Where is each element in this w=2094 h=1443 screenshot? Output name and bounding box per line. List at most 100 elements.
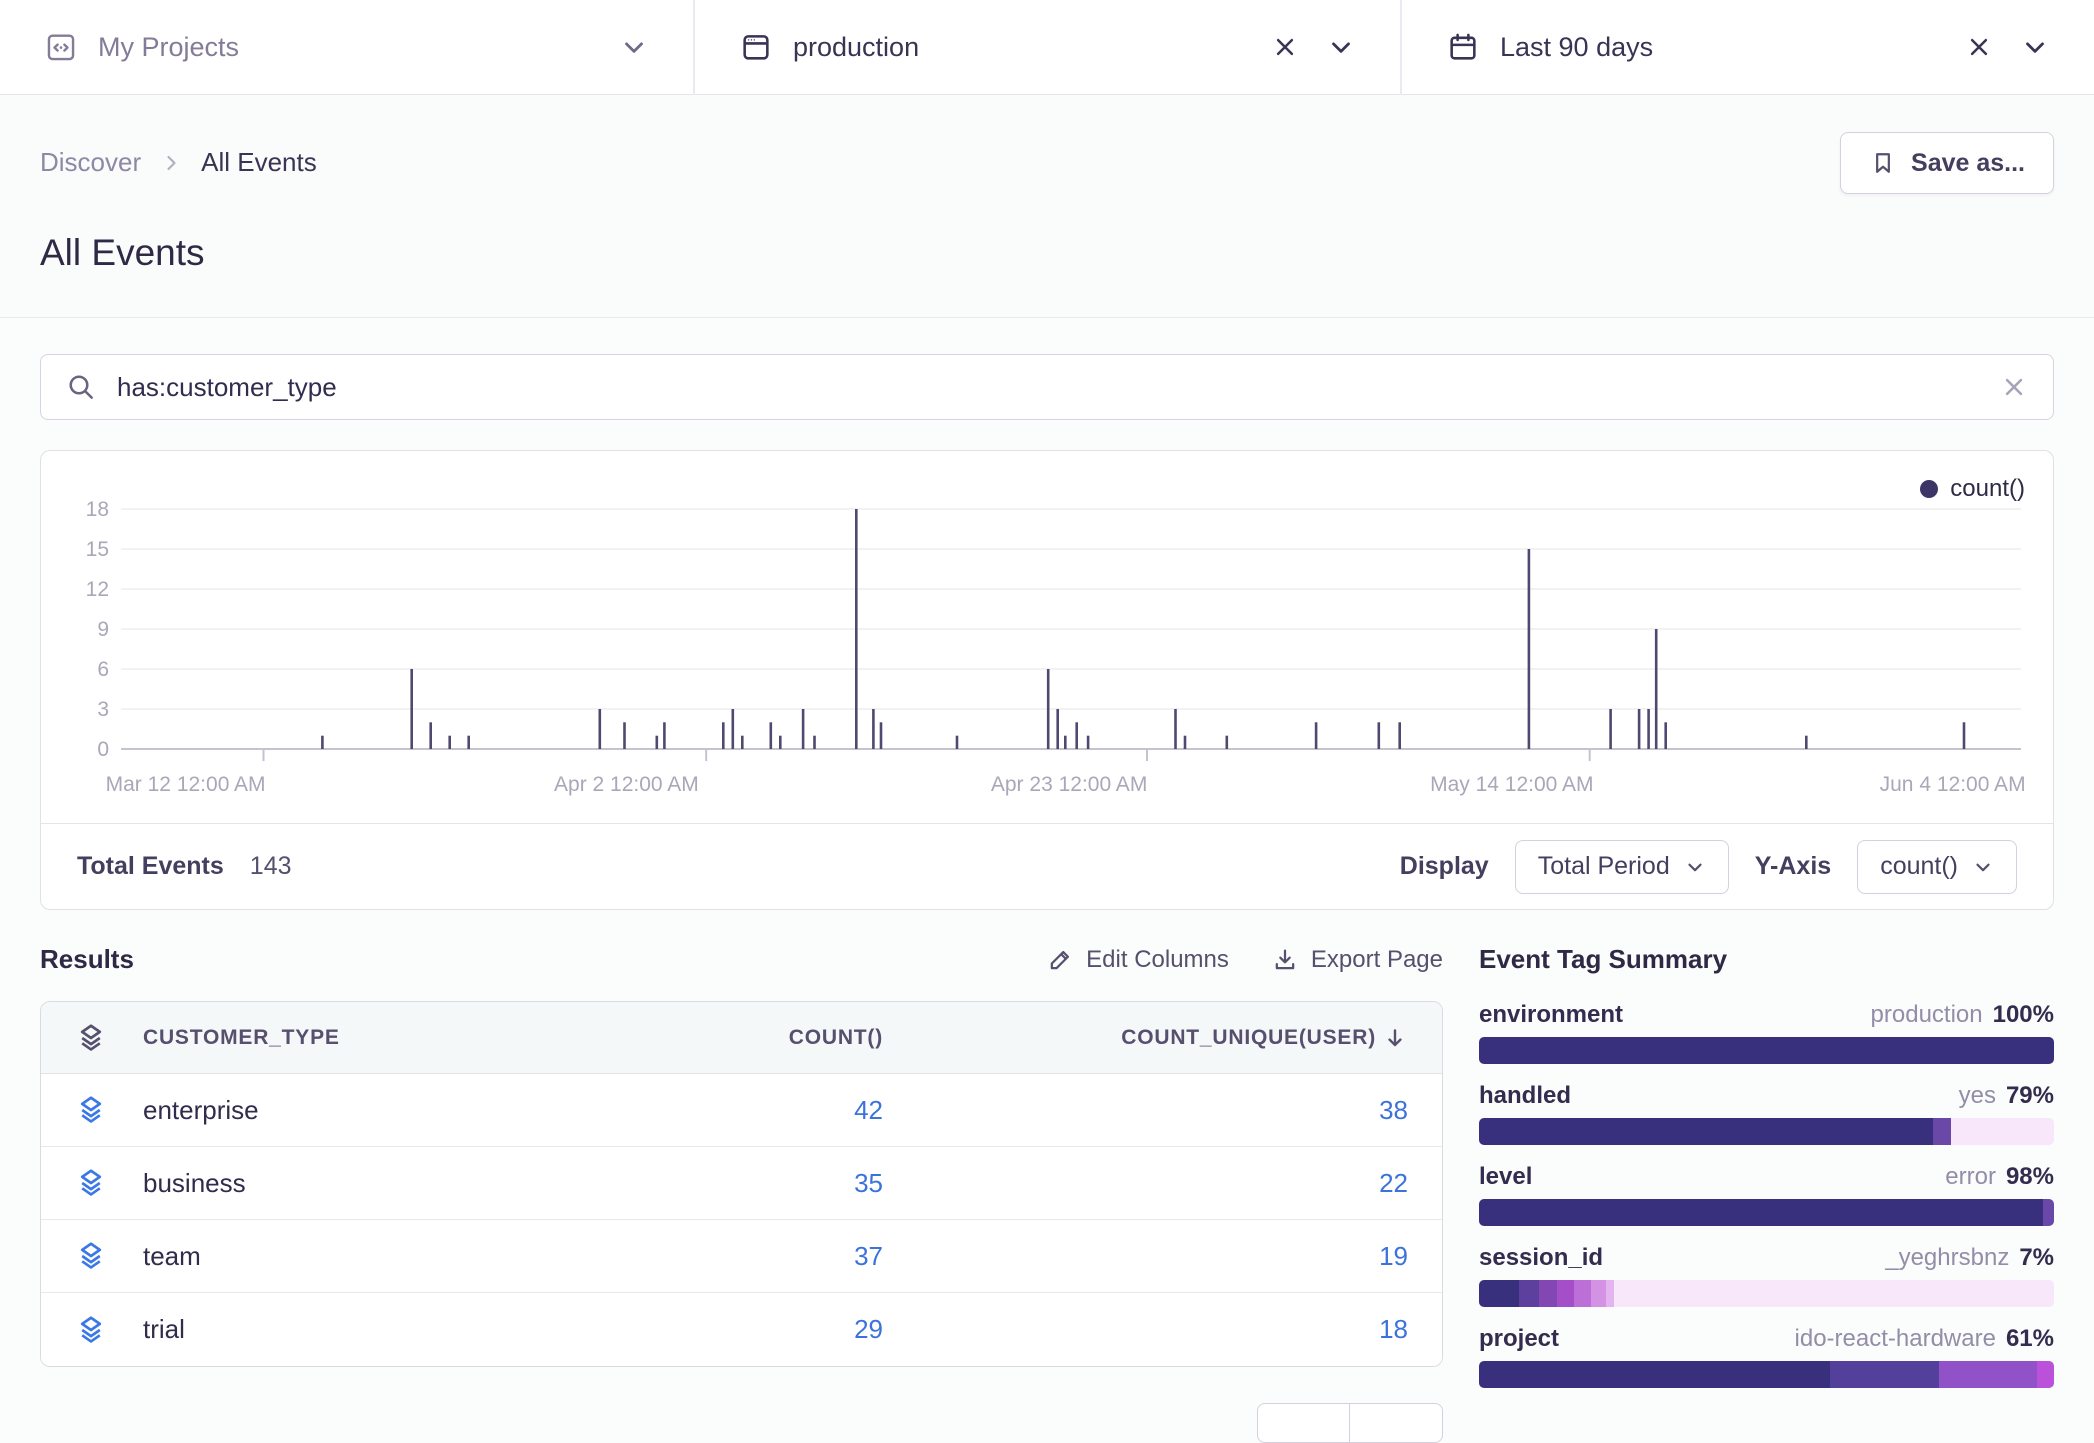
tag-bar-segment	[1479, 1280, 1519, 1307]
tag-top-value: ido-react-hardware	[1795, 1325, 1996, 1353]
clear-search-icon[interactable]	[1999, 372, 2029, 402]
date-range-filter[interactable]: Last 90 days	[1402, 0, 2094, 94]
tag-row-environment: environment production 100%	[1479, 1001, 2054, 1064]
cell-count-unique-link[interactable]: 22	[883, 1168, 1408, 1199]
page-header: Discover All Events Save as... All Event…	[0, 95, 2094, 318]
tag-percentage: 61%	[2006, 1325, 2054, 1353]
svg-text:Apr 23 12:00 AM: Apr 23 12:00 AM	[991, 773, 1147, 796]
tag-bar-segment	[1830, 1361, 1939, 1388]
chevron-down-icon[interactable]	[1326, 32, 1356, 62]
breadcrumb-discover[interactable]: Discover	[40, 147, 141, 178]
svg-text:18: 18	[86, 498, 109, 521]
yaxis-dropdown[interactable]: count()	[1857, 840, 2017, 894]
projects-icon	[44, 30, 78, 64]
tag-percentage: 7%	[2019, 1244, 2054, 1272]
display-dropdown[interactable]: Total Period	[1515, 840, 1729, 894]
column-header-label: COUNT_UNIQUE(USER)	[1121, 1026, 1376, 1050]
cell-customer-type: team	[143, 1241, 583, 1272]
environment-filter[interactable]: production	[695, 0, 1400, 94]
svg-text:Mar 12 12:00 AM: Mar 12 12:00 AM	[106, 773, 266, 796]
tag-key: environment	[1479, 1001, 1623, 1029]
cell-count-link[interactable]: 37	[583, 1241, 883, 1272]
cell-customer-type: business	[143, 1168, 583, 1199]
cell-count-unique-link[interactable]: 19	[883, 1241, 1408, 1272]
clear-date-icon[interactable]	[1964, 32, 1994, 62]
calendar-icon	[1446, 30, 1480, 64]
events-chart-panel: 0369121518Mar 12 12:00 AMApr 2 12:00 AMA…	[40, 450, 2054, 910]
column-header-count[interactable]: COUNT()	[583, 1026, 883, 1050]
tag-key: project	[1479, 1325, 1559, 1353]
previous-page-button[interactable]	[1257, 1403, 1350, 1443]
cell-count-unique-link[interactable]: 18	[883, 1314, 1408, 1345]
chevron-down-icon[interactable]	[2020, 32, 2050, 62]
edit-columns-label: Edit Columns	[1086, 946, 1229, 974]
pencil-icon	[1046, 946, 1074, 974]
display-value: Total Period	[1538, 852, 1670, 881]
project-selector[interactable]: My Projects	[0, 0, 693, 94]
save-as-label: Save as...	[1911, 149, 2025, 178]
cell-count-link[interactable]: 42	[583, 1095, 883, 1126]
date-range-label: Last 90 days	[1500, 32, 1653, 63]
tag-bar-segment	[1933, 1118, 1950, 1145]
project-selector-label: My Projects	[98, 32, 239, 63]
window-icon	[739, 30, 773, 64]
clear-environment-icon[interactable]	[1270, 32, 1300, 62]
tag-distribution-bar[interactable]	[1479, 1280, 2054, 1307]
event-tag-summary: environmentproduction100%handledyes79%le…	[1479, 1001, 2054, 1406]
chevron-down-icon	[1684, 856, 1706, 878]
svg-text:3: 3	[97, 698, 109, 721]
column-header-count-unique-user[interactable]: COUNT_UNIQUE(USER)	[883, 1025, 1408, 1051]
tag-distribution-bar[interactable]	[1479, 1037, 2054, 1064]
chevron-right-icon	[159, 151, 183, 175]
tag-bar-segment	[1951, 1118, 2055, 1145]
tag-row-project: project ido-react-hardware 61%	[1479, 1325, 2054, 1388]
svg-text:Jun 4 12:00 AM: Jun 4 12:00 AM	[1880, 773, 2026, 796]
next-page-button[interactable]	[1350, 1403, 1443, 1443]
tag-bar-segment	[2037, 1361, 2054, 1388]
stack-icon	[75, 1094, 143, 1126]
bookmark-icon	[1869, 149, 1897, 177]
total-events-value: 143	[250, 852, 292, 881]
cell-count-link[interactable]: 29	[583, 1314, 883, 1345]
cell-count-link[interactable]: 35	[583, 1168, 883, 1199]
tag-row-level: levelerror98%	[1479, 1163, 2054, 1226]
cell-count-unique-link[interactable]: 38	[883, 1095, 1408, 1126]
yaxis-label: Y-Axis	[1755, 852, 1831, 881]
tag-percentage: 98%	[2006, 1163, 2054, 1191]
cell-customer-type: enterprise	[143, 1095, 583, 1126]
tag-distribution-bar[interactable]	[1479, 1361, 2054, 1388]
breadcrumb-current: All Events	[201, 147, 317, 178]
search-input[interactable]	[117, 372, 1979, 403]
tag-top-value: yes	[1959, 1082, 1996, 1110]
tag-distribution-bar[interactable]	[1479, 1199, 2054, 1226]
tag-top-value: error	[1945, 1163, 1996, 1191]
table-row: team3719	[41, 1220, 1442, 1293]
cell-customer-type: trial	[143, 1314, 583, 1345]
yaxis-value: count()	[1880, 852, 1958, 881]
tag-bar-segment	[1519, 1280, 1539, 1307]
svg-text:May 14 12:00 AM: May 14 12:00 AM	[1430, 773, 1593, 796]
save-as-button[interactable]: Save as...	[1840, 132, 2054, 194]
column-header-customer-type[interactable]: CUSTOMER_TYPE	[143, 1026, 583, 1050]
tag-percentage: 100%	[1993, 1001, 2054, 1029]
svg-text:9: 9	[97, 618, 109, 641]
tag-top-value: production	[1871, 1001, 1983, 1029]
stack-icon	[75, 1022, 143, 1054]
chevron-down-icon	[1972, 856, 1994, 878]
search-icon	[65, 371, 97, 403]
pagination	[40, 1403, 1443, 1443]
tag-distribution-bar[interactable]	[1479, 1118, 2054, 1145]
tag-bar-segment	[1591, 1280, 1605, 1307]
download-icon	[1271, 946, 1299, 974]
tag-bar-segment	[1479, 1199, 2043, 1226]
edit-columns-button[interactable]: Edit Columns	[1046, 946, 1229, 974]
chart-footer: Total Events 143 Display Total Period Y-…	[41, 823, 2053, 909]
tag-bar-segment	[1606, 1280, 1615, 1307]
tag-bar-segment	[1939, 1361, 2037, 1388]
export-page-label: Export Page	[1311, 946, 1443, 974]
export-page-button[interactable]: Export Page	[1271, 946, 1443, 974]
tag-bar-segment	[1614, 1280, 2054, 1307]
chart-legend-count[interactable]: count()	[1920, 475, 2025, 503]
chevron-down-icon[interactable]	[619, 32, 649, 62]
tag-bar-segment	[1479, 1361, 1830, 1388]
